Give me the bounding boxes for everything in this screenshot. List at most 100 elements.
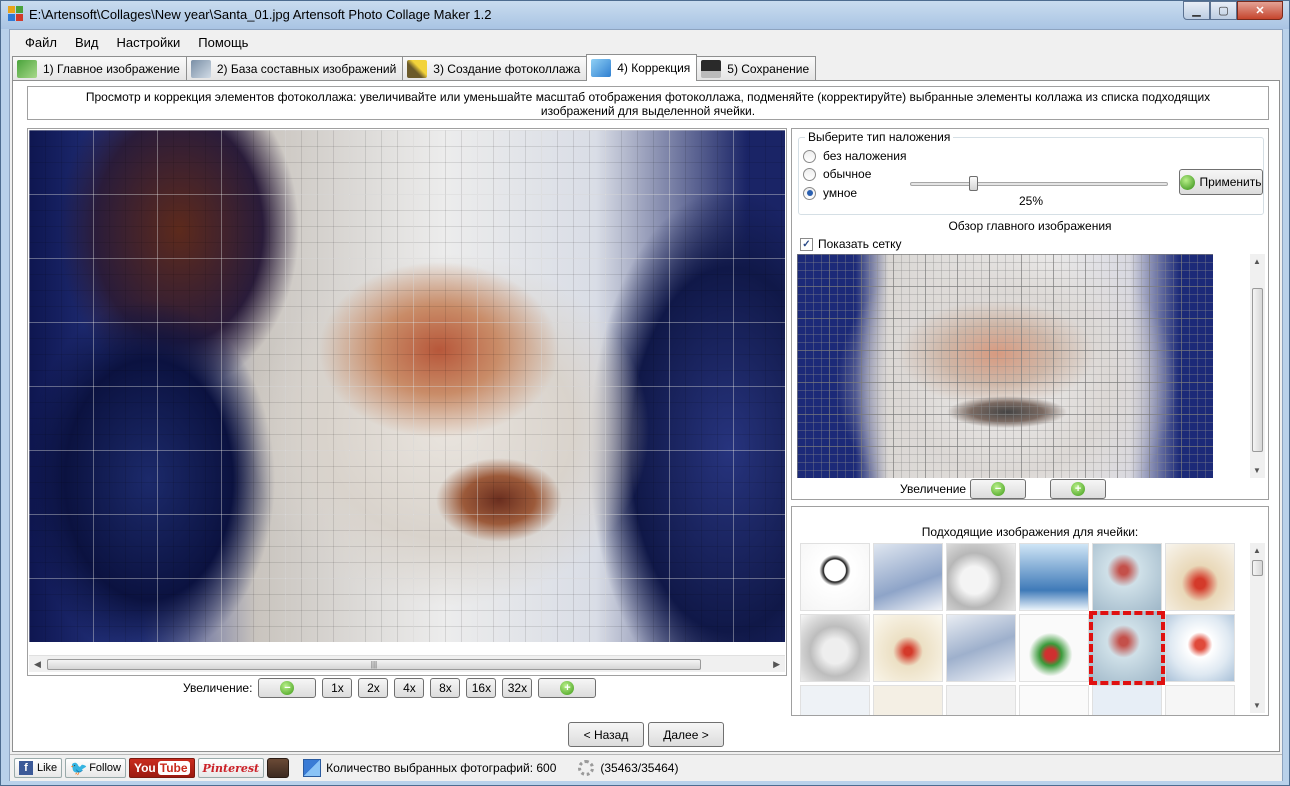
next-button[interactable]: Далее > bbox=[648, 722, 724, 747]
candidate-thumbnail[interactable] bbox=[800, 685, 870, 715]
collage-image[interactable] bbox=[29, 130, 785, 642]
overlay-slider-thumb[interactable] bbox=[969, 176, 978, 191]
candidate-thumbnail[interactable] bbox=[873, 614, 943, 682]
candidate-thumbnail[interactable] bbox=[1092, 543, 1162, 611]
scroll-thumb[interactable] bbox=[1252, 288, 1263, 452]
title-bar[interactable]: E:\Artensoft\Collages\New year\Santa_01.… bbox=[1, 1, 1289, 29]
tab-label: 5) Сохранение bbox=[727, 62, 810, 76]
tab-label: 4) Коррекция bbox=[617, 61, 691, 75]
candidate-thumbnail[interactable] bbox=[946, 543, 1016, 611]
scroll-thumb[interactable]: ||| bbox=[47, 659, 701, 670]
zoom-label: Увеличение: bbox=[183, 681, 253, 695]
selected-candidate-thumbnail[interactable] bbox=[1089, 611, 1165, 685]
collage-view: ◀ ||| ▶ bbox=[27, 128, 787, 676]
scroll-up-icon[interactable]: ▲ bbox=[1253, 257, 1261, 266]
zoom-32x-button[interactable]: 32x bbox=[502, 678, 533, 698]
candidate-thumbnail[interactable] bbox=[873, 543, 943, 611]
tab-main-image[interactable]: 1) Главное изображение bbox=[12, 56, 187, 81]
overview-zoom-out-button[interactable]: − bbox=[970, 479, 1027, 499]
scroll-thumb[interactable] bbox=[1252, 560, 1263, 576]
plus-icon: + bbox=[560, 681, 575, 695]
candidate-thumbnail[interactable] bbox=[1165, 543, 1235, 611]
overlay-overview-panel: Выберите тип наложения без наложения обы… bbox=[791, 128, 1269, 500]
pinterest-button[interactable]: Pinterest bbox=[197, 758, 265, 778]
description-text: Просмотр и коррекция элементов фотоколла… bbox=[27, 86, 1269, 120]
overview-grid bbox=[797, 254, 1213, 478]
tab-strip: 1) Главное изображение 2) База составных… bbox=[12, 54, 817, 81]
overview-zoom-in-button[interactable]: + bbox=[1050, 479, 1107, 499]
facebook-label: Like bbox=[37, 762, 58, 774]
candidate-thumbnail[interactable] bbox=[873, 685, 943, 715]
show-grid-checkbox[interactable]: ✓ Показать сетку bbox=[800, 237, 902, 251]
radio-button[interactable] bbox=[803, 167, 816, 181]
candidate-thumbnails bbox=[800, 543, 1244, 715]
app-window: E:\Artensoft\Collages\New year\Santa_01.… bbox=[0, 0, 1290, 786]
candidate-thumbnail[interactable] bbox=[1019, 543, 1089, 611]
zoom-2x-button[interactable]: 2x bbox=[358, 678, 389, 698]
scroll-right-icon[interactable]: ▶ bbox=[773, 659, 780, 670]
twitter-follow-button[interactable]: 🐦 Follow bbox=[65, 758, 126, 778]
radio-no-overlay[interactable]: без наложения bbox=[803, 149, 907, 163]
candidate-thumbnail[interactable] bbox=[946, 614, 1016, 682]
radio-button[interactable] bbox=[803, 149, 816, 163]
candidate-thumbnail[interactable] bbox=[1019, 614, 1089, 682]
tab-label: 1) Главное изображение bbox=[43, 62, 180, 76]
collage-grid bbox=[29, 130, 785, 642]
radio-label: обычное bbox=[823, 167, 872, 181]
window-title: E:\Artensoft\Collages\New year\Santa_01.… bbox=[29, 7, 492, 22]
candidate-thumbnail[interactable] bbox=[1092, 685, 1162, 715]
menu-file[interactable]: Файл bbox=[16, 35, 66, 50]
overview-vertical-scrollbar[interactable]: ▲ ▼ bbox=[1250, 254, 1265, 478]
candidate-thumbnail[interactable] bbox=[800, 543, 870, 611]
zoom-4x-button[interactable]: 4x bbox=[394, 678, 425, 698]
overlay-percent: 25% bbox=[1019, 194, 1044, 208]
candidate-thumbnail[interactable] bbox=[1165, 685, 1235, 715]
youtube-button[interactable]: You Tube bbox=[128, 758, 195, 778]
menu-help[interactable]: Помощь bbox=[189, 35, 257, 50]
app-icon bbox=[8, 6, 24, 22]
plus-icon: + bbox=[1071, 482, 1086, 496]
tab-create-collage[interactable]: 3) Создание фотоколлажа bbox=[402, 56, 588, 81]
tab-save[interactable]: 5) Сохранение bbox=[696, 56, 817, 81]
zoom-16x-button[interactable]: 16x bbox=[466, 678, 497, 698]
back-button[interactable]: < Назад bbox=[568, 722, 644, 747]
menu-settings[interactable]: Настройки bbox=[108, 35, 190, 50]
scroll-down-icon[interactable]: ▼ bbox=[1253, 701, 1261, 710]
zoom-out-button[interactable]: − bbox=[258, 678, 317, 698]
candidates-vertical-scrollbar[interactable]: ▲ ▼ bbox=[1250, 543, 1265, 713]
radio-label: без наложения bbox=[823, 149, 907, 163]
progress-text: (35463/35464) bbox=[600, 761, 679, 775]
zoom-8x-button[interactable]: 8x bbox=[430, 678, 461, 698]
facebook-like-button[interactable]: f Like bbox=[14, 758, 63, 778]
overview-image[interactable] bbox=[797, 254, 1213, 478]
wizard-navigation: < Назад Далее > bbox=[568, 722, 728, 747]
zoom-in-button[interactable]: + bbox=[538, 678, 597, 698]
scroll-left-icon[interactable]: ◀ bbox=[34, 659, 41, 670]
candidate-thumbnail[interactable] bbox=[946, 685, 1016, 715]
zoom-1x-button[interactable]: 1x bbox=[322, 678, 353, 698]
minimize-button[interactable]: ▁ bbox=[1183, 1, 1210, 20]
candidate-thumbnail[interactable] bbox=[1165, 614, 1235, 682]
scroll-down-icon[interactable]: ▼ bbox=[1253, 466, 1261, 475]
candidate-thumbnail[interactable] bbox=[1019, 685, 1089, 715]
floppy-disk-icon bbox=[701, 60, 722, 78]
menu-view[interactable]: Вид bbox=[66, 35, 108, 50]
radio-button[interactable] bbox=[803, 186, 816, 200]
maximize-icon: ▢ bbox=[1218, 5, 1229, 17]
tab-image-database[interactable]: 2) База составных изображений bbox=[185, 56, 404, 81]
twitter-label: Follow bbox=[89, 762, 121, 774]
candidate-thumbnail[interactable] bbox=[800, 614, 870, 682]
radio-normal-overlay[interactable]: обычное bbox=[803, 167, 871, 181]
overlay-slider-track[interactable] bbox=[910, 182, 1168, 186]
close-button[interactable]: ✕ bbox=[1237, 1, 1283, 20]
checkbox-icon[interactable]: ✓ bbox=[800, 237, 813, 251]
scroll-up-icon[interactable]: ▲ bbox=[1253, 546, 1261, 555]
instagram-icon[interactable] bbox=[267, 758, 290, 778]
tab-correction[interactable]: 4) Коррекция bbox=[586, 54, 698, 81]
collage-horizontal-scrollbar[interactable]: ◀ ||| ▶ bbox=[29, 655, 785, 672]
radio-smart-overlay[interactable]: умное bbox=[803, 186, 857, 200]
tab-label: 2) База составных изображений bbox=[216, 62, 397, 76]
overview-zoom-label: Увеличение bbox=[900, 482, 967, 496]
apply-button[interactable]: Применить bbox=[1179, 169, 1263, 195]
maximize-button[interactable]: ▢ bbox=[1210, 1, 1237, 20]
